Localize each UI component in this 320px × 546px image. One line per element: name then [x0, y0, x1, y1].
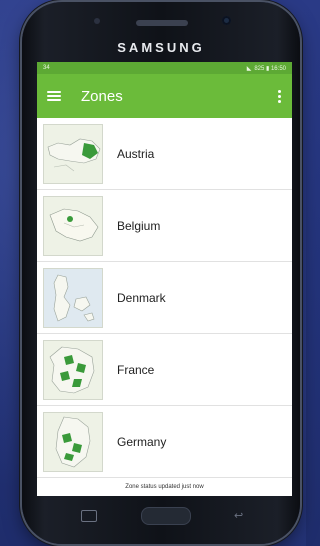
hardware-nav-bar: ↩ — [37, 499, 292, 533]
zone-label: Austria — [117, 146, 155, 161]
signal-icon: ◣ — [246, 65, 252, 72]
map-thumbnail-germany — [43, 411, 103, 472]
zone-row-france[interactable]: France — [37, 334, 292, 406]
overflow-menu-icon[interactable] — [278, 89, 282, 103]
phone-frame: SAMSUNG 34 ◣ 825 ▮ 16:50 Zones Austria B… — [22, 2, 300, 544]
status-right: ◣ 825 ▮ 16:50 — [247, 65, 286, 72]
map-thumbnail-denmark — [43, 267, 103, 328]
zone-status-footer: Zone status updated just now — [37, 477, 292, 496]
status-left: 34 — [43, 65, 50, 71]
recent-apps-icon[interactable] — [81, 510, 97, 522]
map-thumbnail-belgium — [43, 195, 103, 256]
zone-row-belgium[interactable]: Belgium — [37, 190, 292, 262]
front-camera — [222, 16, 231, 25]
earpiece — [136, 20, 188, 26]
back-icon[interactable]: ↩ — [234, 511, 248, 522]
map-thumbnail-austria — [43, 123, 103, 184]
device-brand: SAMSUNG — [117, 40, 205, 55]
status-bar: 34 ◣ 825 ▮ 16:50 — [37, 62, 292, 74]
home-button[interactable] — [140, 507, 191, 525]
menu-icon[interactable] — [47, 91, 61, 101]
zone-label: Denmark — [117, 290, 166, 305]
zone-label: Germany — [117, 434, 167, 449]
status-right-text: 825 ▮ 16:50 — [254, 65, 286, 72]
zone-list: Austria Belgium Denmark France Germany — [37, 118, 292, 478]
zone-label: France — [117, 362, 155, 377]
zone-row-austria[interactable]: Austria — [37, 118, 292, 190]
zone-label: Belgium — [117, 218, 161, 233]
app-bar: Zones — [37, 74, 292, 118]
map-thumbnail-france — [43, 339, 103, 400]
page-title: Zones — [81, 87, 123, 105]
zone-row-germany[interactable]: Germany — [37, 406, 292, 478]
app-screen: 34 ◣ 825 ▮ 16:50 Zones Austria Belgium D… — [37, 62, 292, 496]
proximity-sensor — [94, 18, 100, 24]
zone-row-denmark[interactable]: Denmark — [37, 262, 292, 334]
